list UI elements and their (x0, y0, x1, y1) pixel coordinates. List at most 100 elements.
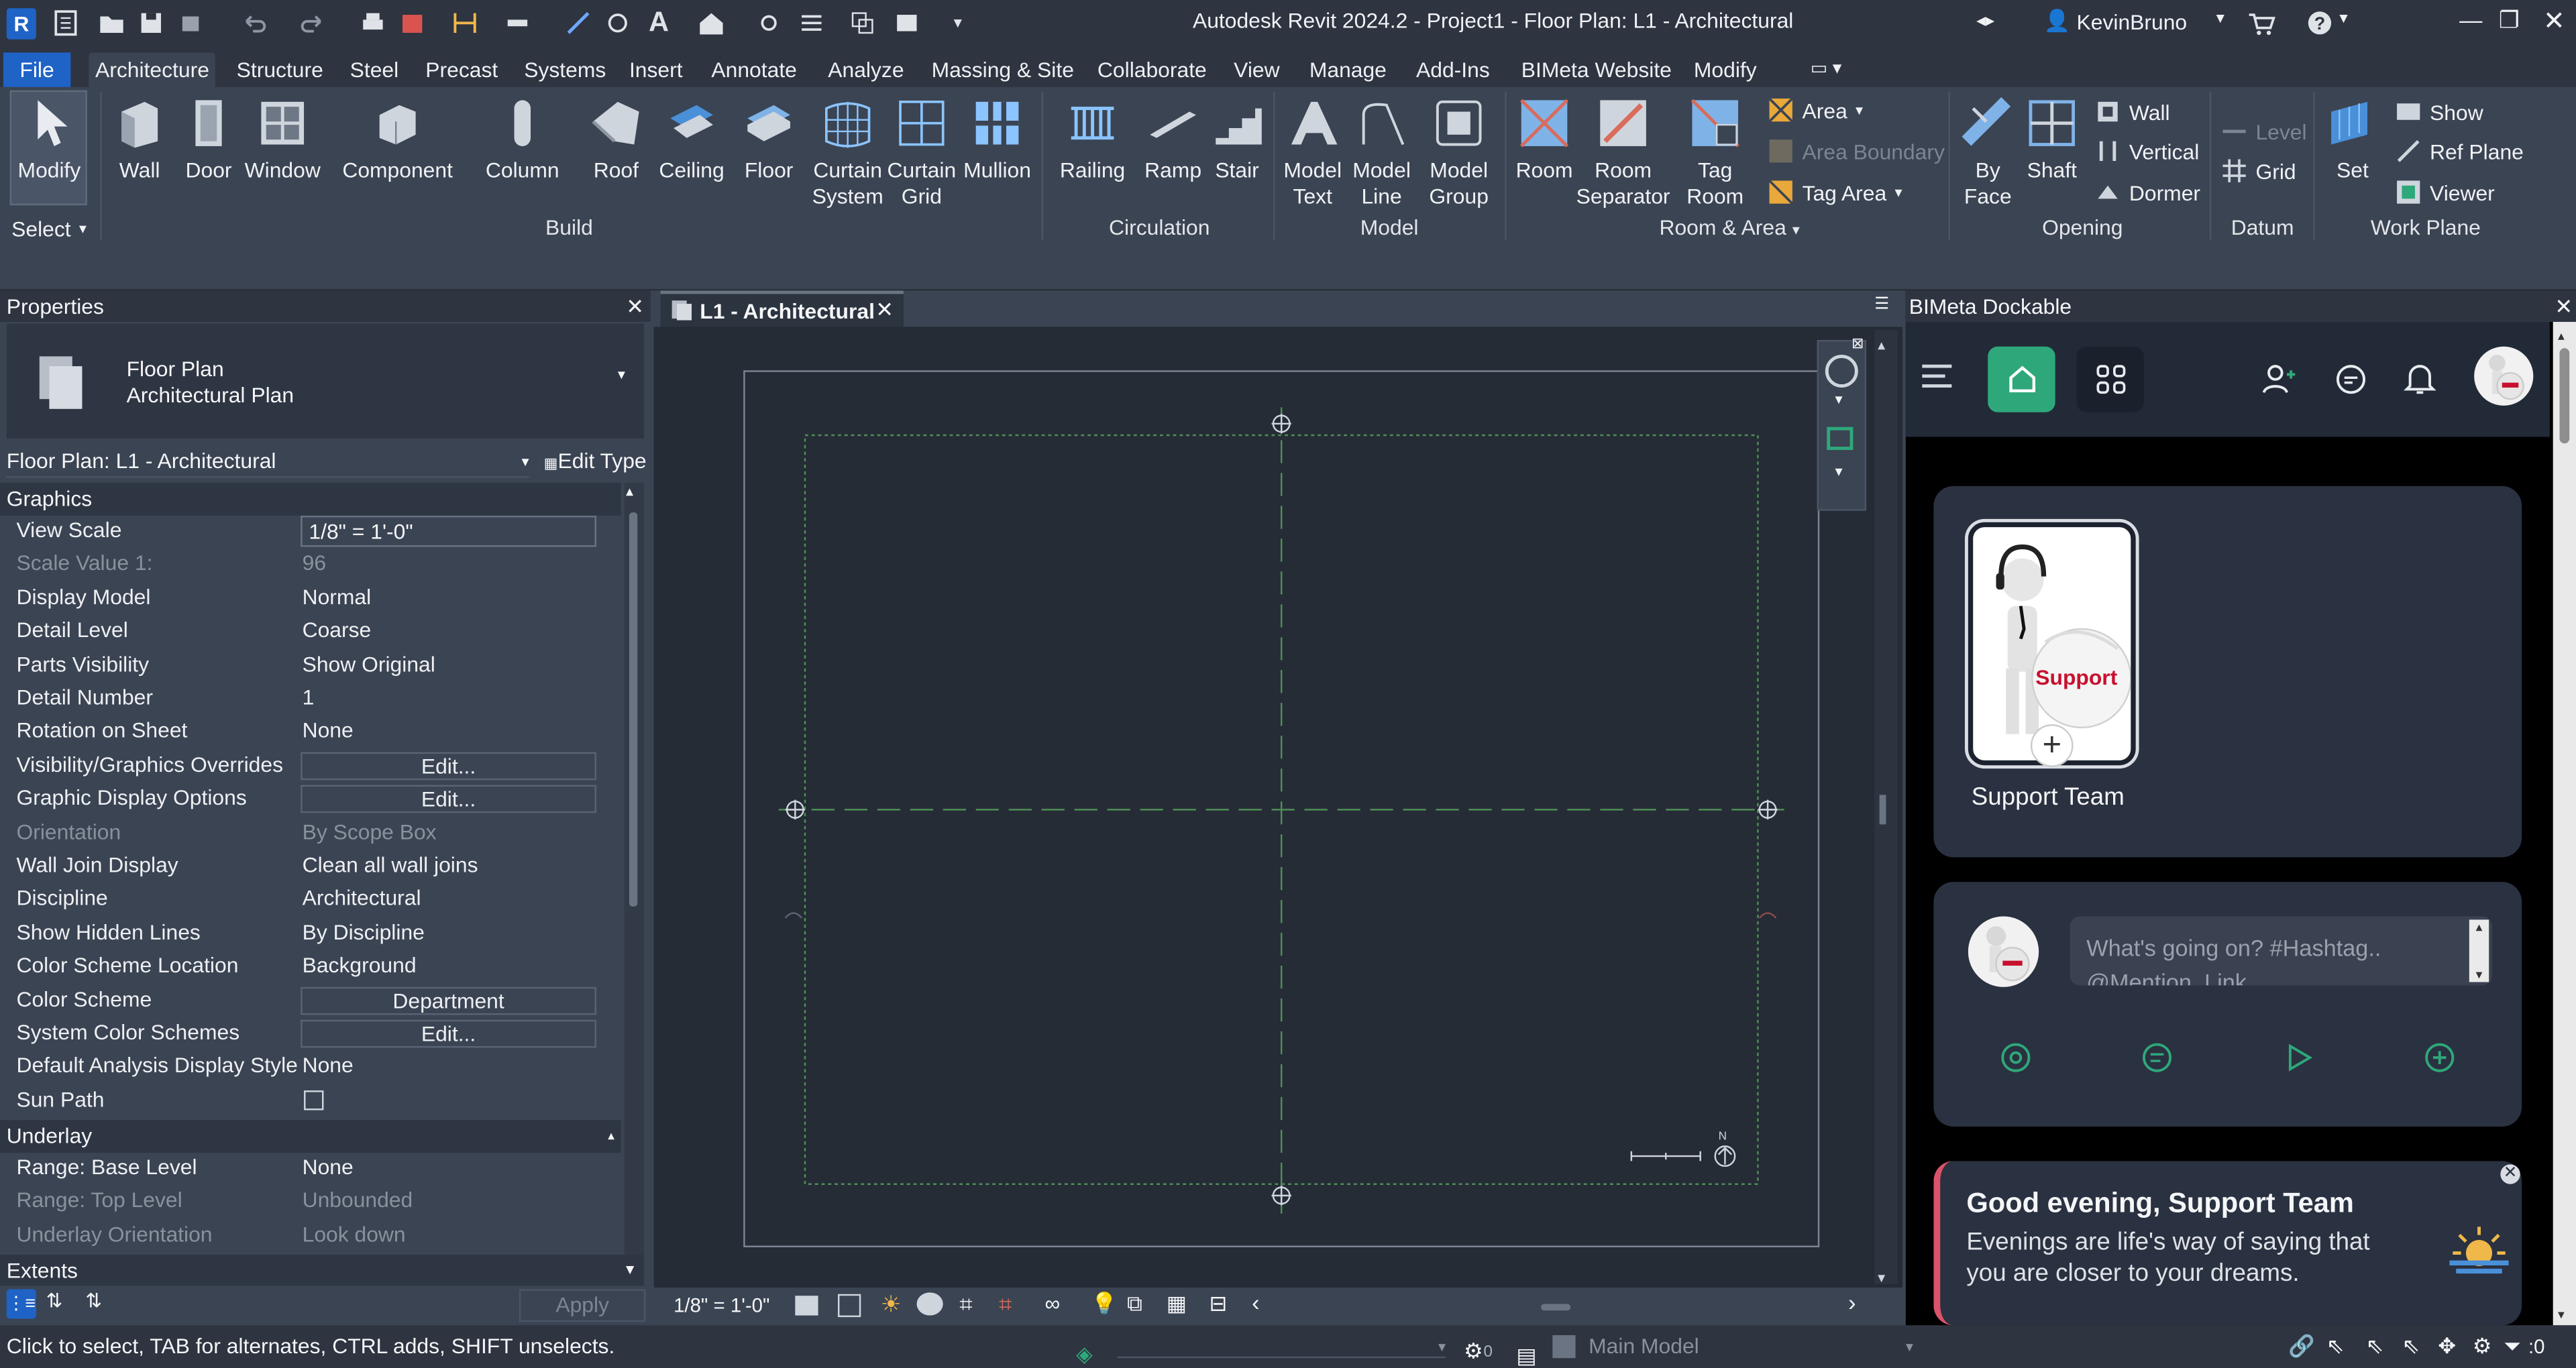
modify-button[interactable]: Modify (13, 95, 86, 184)
instance-filter-dropdown[interactable]: Floor Plan: L1 - Architectural ▾ (6, 445, 529, 478)
set-work-plane-button[interactable]: Set (2323, 95, 2382, 184)
scroll-thumb[interactable] (629, 512, 638, 907)
view-tab-l1[interactable]: L1 - Architectural ✕ (660, 290, 904, 327)
horizontal-scroll-thumb[interactable] (1541, 1304, 1571, 1311)
chat-icon[interactable] (2333, 361, 2369, 398)
prop-view-scale[interactable]: View Scale 1/8" = 1'-0" (0, 514, 621, 548)
worksharing-icon[interactable]: ▦ (1167, 1291, 1187, 1317)
zoom-icon[interactable] (1827, 426, 1854, 451)
apply-button[interactable]: Apply (519, 1289, 646, 1322)
add-circle-icon[interactable] (2422, 1039, 2458, 1076)
reveal-hidden-icon[interactable]: ⧉ (1127, 1291, 1142, 1317)
temp-hide-icon[interactable]: 💡 (1091, 1291, 1118, 1317)
post-input[interactable]: What's going on? #Hashtag.. @Mention..Li… (2070, 916, 2493, 986)
window-button[interactable]: Window (243, 95, 322, 184)
tag-area-button[interactable]: Tag Area ▾ (1768, 179, 1902, 205)
prop-parts-visibility[interactable]: Parts Visibility Show Original (0, 648, 621, 681)
wall-opening-button[interactable]: Wall (2094, 99, 2170, 125)
floor-button[interactable]: Floor (736, 95, 802, 184)
background-processes-icon[interactable]: ⚙ (2473, 1325, 2492, 1368)
scroll-up-icon[interactable]: ▴ (2558, 329, 2565, 343)
vertical-opening-button[interactable]: Vertical (2094, 138, 2199, 164)
close-icon[interactable]: ✕ (626, 290, 644, 322)
prop-color-scheme-location[interactable]: Color Scheme Location Background (0, 950, 621, 983)
model-toggle-icon[interactable] (1552, 1335, 1576, 1359)
apps-nav-button[interactable] (2076, 346, 2144, 412)
model-line-button[interactable]: Model Line (1347, 95, 1416, 210)
hamburger-menu-icon[interactable] (1922, 364, 1952, 388)
grid-button[interactable]: Grid (2221, 158, 2296, 184)
dock-scroll-thumb[interactable] (2559, 348, 2570, 444)
scroll-up-icon[interactable]: ▴ (2469, 919, 2489, 934)
steering-wheel-icon[interactable] (1825, 354, 1858, 388)
show-work-plane-button[interactable]: Show (2396, 99, 2483, 125)
property-value[interactable]: Normal (303, 581, 372, 614)
prop-detail-level[interactable]: Detail Level Coarse (0, 614, 621, 648)
prop-show-hidden-lines[interactable]: Show Hidden Lines By Discipline (0, 916, 621, 950)
ref-plane-button[interactable]: Ref Plane (2396, 138, 2524, 164)
support-team-card[interactable]: Support + Support Team (1933, 486, 2522, 858)
model-text-button[interactable]: Model Text (1278, 95, 1347, 210)
level-button[interactable]: Level (2221, 118, 2307, 144)
select-pinned-icon[interactable]: ⇖ (2366, 1325, 2384, 1368)
analytical-model-icon[interactable]: ⊟ (1209, 1291, 1227, 1317)
property-value[interactable]: None (303, 715, 354, 748)
shadows-icon[interactable] (916, 1292, 943, 1316)
zoom-dropdown-icon[interactable]: ▾ (1835, 463, 1843, 481)
properties-scrollbar[interactable]: ▴ (624, 483, 645, 1255)
list-icon[interactable] (2139, 1039, 2176, 1076)
property-value[interactable]: Unbounded (303, 1185, 413, 1218)
editable-only-icon[interactable]: ⚙ (1464, 1330, 1483, 1368)
active-model-dropdown[interactable]: Main Model (1589, 1325, 1699, 1368)
scroll-down-icon[interactable]: ▾ (2469, 967, 2489, 982)
prop-display-model[interactable]: Display Model Normal (0, 581, 621, 614)
area-boundary-button[interactable]: Area Boundary (1768, 138, 1945, 164)
crop-view-icon[interactable]: ⌗ (959, 1291, 972, 1319)
close-view-icon[interactable]: ✕ (875, 297, 894, 323)
by-face-button[interactable]: By Face (1958, 95, 2017, 210)
design-options-icon[interactable]: ▤ (1516, 1335, 1536, 1368)
support-team-label[interactable]: Support Team (1972, 783, 2125, 811)
room-button[interactable]: Room (1511, 95, 1577, 184)
sun-path-icon[interactable]: ☀ (881, 1291, 902, 1319)
home-nav-button[interactable] (1988, 346, 2055, 412)
door-button[interactable]: Door (177, 95, 239, 184)
property-value[interactable]: By Discipline (303, 916, 425, 950)
stair-button[interactable]: Stair (1206, 95, 1269, 184)
add-user-icon[interactable] (2261, 361, 2297, 398)
viewer-button[interactable]: Viewer (2396, 179, 2495, 205)
property-value[interactable]: 1 (303, 681, 315, 715)
composer-avatar[interactable] (1968, 916, 2039, 987)
avatar[interactable] (2474, 346, 2534, 406)
prop-detail-number[interactable]: Detail Number 1 (0, 681, 621, 715)
unlocked-3d-icon[interactable]: ∞ (1045, 1291, 1061, 1316)
room-area-panel-label[interactable]: Room & Area ▾ (1659, 215, 1799, 240)
workset-dropdown[interactable]: ▾ (1117, 1335, 1446, 1359)
add-plus-icon[interactable]: + (2030, 724, 2074, 767)
sun-path-checkbox[interactable] (304, 1090, 324, 1110)
drag-elements-icon[interactable]: ✥ (2438, 1325, 2456, 1368)
categorized-view-icon[interactable]: ⋮≡ (6, 1289, 36, 1319)
close-icon[interactable]: ✕ (2555, 290, 2573, 322)
room-separator-button[interactable]: Room Separator (1576, 95, 1670, 210)
worksets-icon[interactable]: ◈ (1076, 1334, 1092, 1368)
wall-button[interactable]: Wall (105, 95, 174, 184)
prop-default-analysis-display-style[interactable]: Default Analysis Display Style None (0, 1050, 621, 1084)
property-value[interactable]: 96 (303, 547, 326, 581)
property-value[interactable]: Background (303, 950, 417, 983)
sort-descending-icon[interactable]: ⇅ (85, 1289, 102, 1312)
view-scale-button[interactable]: 1/8" = 1'-0" (674, 1294, 769, 1317)
select-by-face-icon[interactable]: ⇖ (2402, 1325, 2420, 1368)
camera-icon[interactable] (1998, 1039, 2034, 1076)
property-value[interactable]: Clean all wall joins (303, 849, 478, 882)
graphic-display-edit-button[interactable]: Edit... (301, 785, 596, 813)
roof-button[interactable]: Roof (585, 95, 647, 184)
sort-ascending-icon[interactable]: ⇅ (46, 1289, 63, 1312)
column-button[interactable]: Column (480, 95, 565, 184)
prop-range-base-level[interactable]: Range: Base Level None (0, 1151, 621, 1185)
property-value[interactable]: Architectural (303, 882, 421, 916)
tag-room-button[interactable]: Tag Room (1679, 95, 1752, 210)
select-dropdown[interactable]: Select ▾ (11, 217, 87, 241)
dormer-button[interactable]: Dormer (2094, 179, 2200, 205)
show-crop-icon[interactable]: ⌗ (999, 1291, 1012, 1319)
